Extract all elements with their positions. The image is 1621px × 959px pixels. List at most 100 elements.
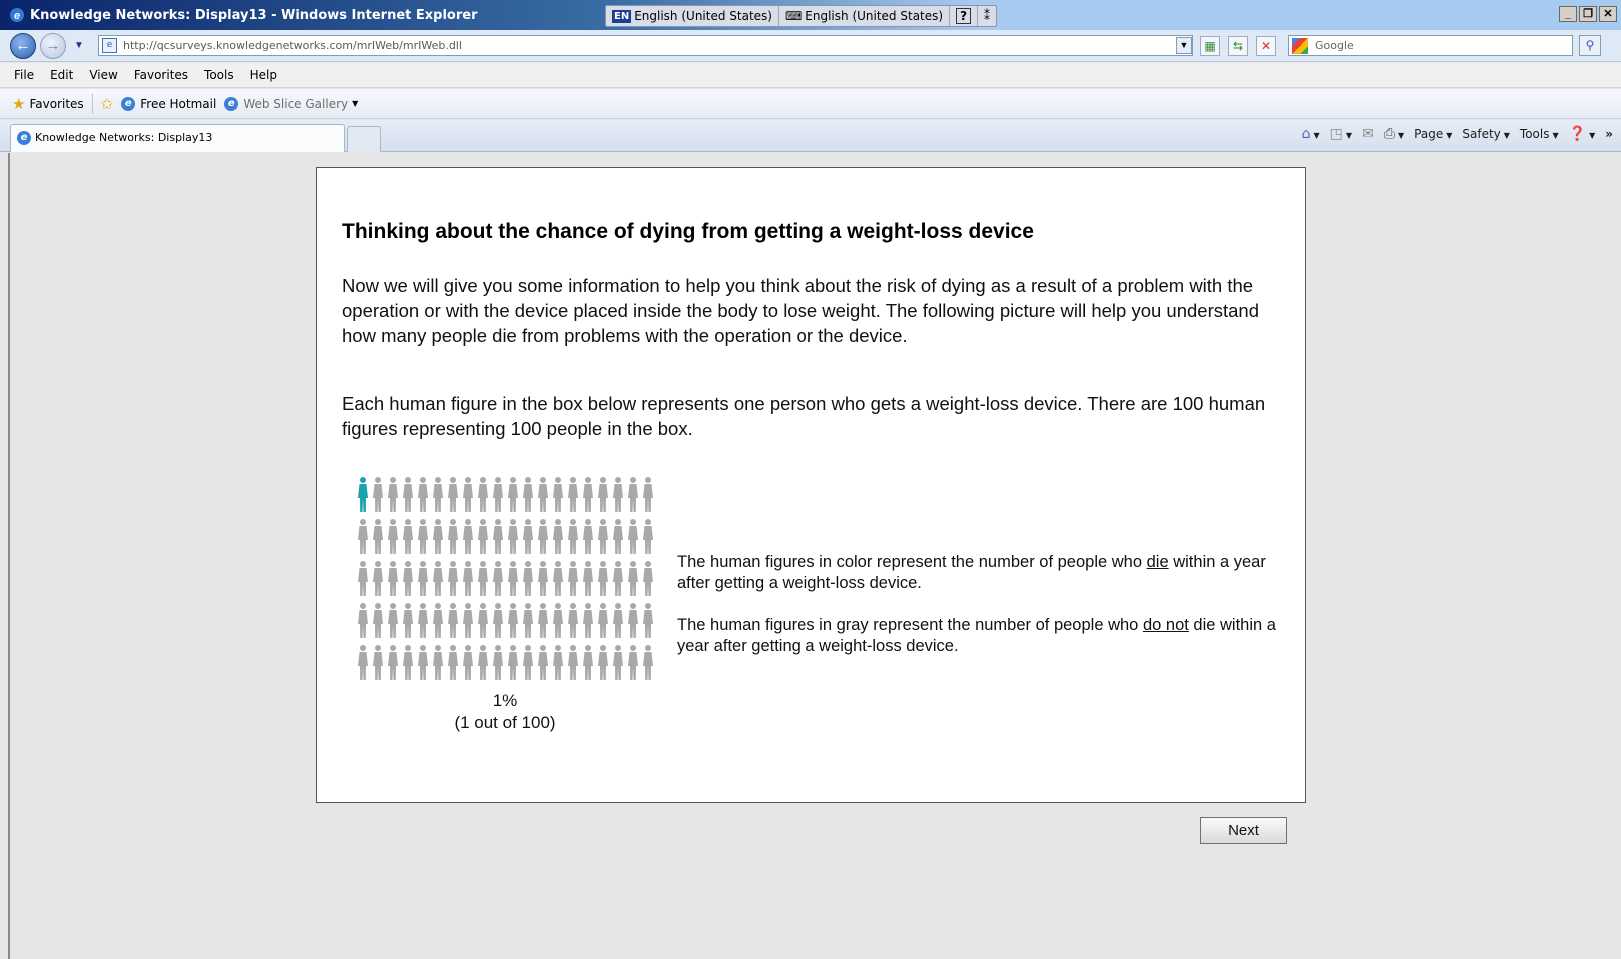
person-icon-gray [400, 643, 415, 685]
mail-button[interactable]: ✉ [1362, 126, 1374, 142]
person-icon-gray [625, 643, 640, 685]
person-icon-gray [475, 475, 490, 517]
person-icon-gray [400, 559, 415, 601]
print-button[interactable]: ⎙ ▼ [1384, 126, 1404, 142]
forward-button[interactable]: → [40, 33, 66, 59]
legend-color-text-1: The human figures in color represent the… [677, 553, 1147, 571]
url-dropdown-icon[interactable]: ▼ [1176, 37, 1192, 54]
menu-bar: File Edit View Favorites Tools Help [0, 63, 1621, 88]
favorites-button[interactable]: Favorites [29, 97, 83, 111]
url-text: http://qcsurveys.knowledgenetworks.com/m… [123, 39, 462, 52]
search-input[interactable]: Google [1288, 35, 1573, 56]
person-icon-gray [385, 559, 400, 601]
person-icon-gray [580, 559, 595, 601]
menu-edit[interactable]: Edit [42, 68, 81, 82]
risk-label: 1% (1 out of 100) [355, 690, 655, 734]
person-icon-gray [520, 475, 535, 517]
person-icon-gray [565, 475, 580, 517]
search-placeholder: Google [1315, 39, 1354, 52]
back-button[interactable]: ← [10, 33, 36, 59]
person-icon-gray [535, 517, 550, 559]
person-icon-gray [490, 601, 505, 643]
chevron-more-icon[interactable]: » [1605, 127, 1613, 141]
free-hotmail-link[interactable]: Free Hotmail [140, 97, 216, 111]
person-icon-gray [385, 601, 400, 643]
web-slice-dropdown-icon[interactable]: ▼ [352, 99, 358, 108]
safety-menu[interactable]: Safety ▼ [1462, 127, 1510, 141]
new-tab-button[interactable] [347, 126, 381, 152]
svg-text:e: e [14, 10, 20, 22]
keyboard-language[interactable]: ⌨ English (United States) [779, 6, 951, 26]
langbar-options-button[interactable]: ⁑ [978, 6, 996, 26]
help-circle-icon: ❓ [1568, 126, 1587, 142]
menu-view[interactable]: View [81, 68, 125, 82]
person-icon-gray [625, 559, 640, 601]
menu-favorites[interactable]: Favorites [126, 68, 196, 82]
legend-gray-emphasis: do not [1142, 616, 1189, 634]
hotmail-ie-icon: e [121, 96, 136, 111]
person-icon-gray [505, 601, 520, 643]
feeds-button[interactable]: ◳ ▼ [1330, 126, 1352, 142]
person-icon-gray [385, 517, 400, 559]
command-bar: ⌂ ▼ ◳ ▼ ✉ ⎙ ▼ Page ▼ Safety ▼ Tools ▼ ❓ ▼ » [1302, 126, 1613, 142]
menu-file[interactable]: File [0, 68, 42, 82]
menu-help[interactable]: Help [242, 68, 285, 82]
help-button[interactable]: ? [950, 6, 979, 26]
person-icon-gray [550, 475, 565, 517]
input-language[interactable]: EN English (United States) [606, 6, 779, 26]
person-icon-gray [565, 517, 580, 559]
history-dropdown-icon[interactable]: ▼ [74, 40, 84, 51]
person-icon-gray [490, 517, 505, 559]
compatibility-icon[interactable]: ▦ [1200, 36, 1220, 56]
person-icon-gray [565, 643, 580, 685]
close-button[interactable]: ✕ [1599, 6, 1617, 22]
figure-explanation-paragraph: Each human figure in the box below repre… [342, 393, 1266, 439]
person-icon-gray [430, 601, 445, 643]
person-icon-gray [595, 643, 610, 685]
language-badge: EN [612, 9, 632, 23]
tab-display13[interactable]: e Knowledge Networks: Display13 [10, 124, 345, 152]
person-icon-gray [460, 559, 475, 601]
refresh-icon[interactable]: ⇆ [1228, 36, 1248, 56]
help-menu[interactable]: ❓ ▼ [1569, 126, 1596, 142]
person-icon-gray [445, 643, 460, 685]
person-icon-gray [490, 559, 505, 601]
risk-percent: 1% [492, 691, 518, 710]
person-icon-gray [610, 559, 625, 601]
page-menu[interactable]: Page ▼ [1414, 127, 1452, 141]
language-bar[interactable]: EN English (United States) ⌨ English (Un… [605, 5, 998, 27]
person-icon-gray [610, 601, 625, 643]
person-icon-gray [430, 475, 445, 517]
person-icon-gray [520, 517, 535, 559]
person-icon-colored [355, 475, 370, 517]
person-icon-gray [550, 601, 565, 643]
person-icon-gray [595, 559, 610, 601]
legend-color-emphasis: die [1146, 553, 1169, 571]
tools-menu-label: Tools [1519, 127, 1550, 141]
minimize-button[interactable]: _ [1559, 6, 1577, 22]
search-button[interactable]: ⚲ [1579, 35, 1601, 56]
maximize-button[interactable]: ❐ [1579, 6, 1597, 22]
person-icon-gray [355, 517, 370, 559]
person-icon-gray [475, 601, 490, 643]
page-icon: e [102, 38, 117, 53]
next-button[interactable]: Next [1200, 817, 1287, 844]
tab-ie-icon: e [17, 131, 31, 145]
url-field[interactable]: e http://qcsurveys.knowledgenetworks.com… [98, 35, 1193, 56]
intro-paragraph: Now we will give you some information to… [342, 275, 1259, 346]
input-language-label: English (United States) [634, 9, 772, 23]
person-icon-gray [625, 475, 640, 517]
separator [91, 93, 93, 114]
menu-tools[interactable]: Tools [196, 68, 242, 82]
tools-menu[interactable]: Tools ▼ [1520, 127, 1559, 141]
person-icon-gray [475, 517, 490, 559]
stop-icon[interactable]: ✕ [1256, 36, 1276, 56]
person-icon-gray [490, 475, 505, 517]
favorites-bar: ★ Favorites ✩ e Free Hotmail e Web Slice… [0, 89, 1621, 119]
home-button[interactable]: ⌂ ▼ [1302, 126, 1320, 142]
person-icon-gray [535, 475, 550, 517]
legend-color: The human figures in color represent the… [677, 552, 1277, 594]
web-slice-gallery-link[interactable]: Web Slice Gallery [243, 97, 348, 111]
add-favorite-icon[interactable]: ✩ [101, 95, 114, 113]
person-icon-gray [505, 643, 520, 685]
